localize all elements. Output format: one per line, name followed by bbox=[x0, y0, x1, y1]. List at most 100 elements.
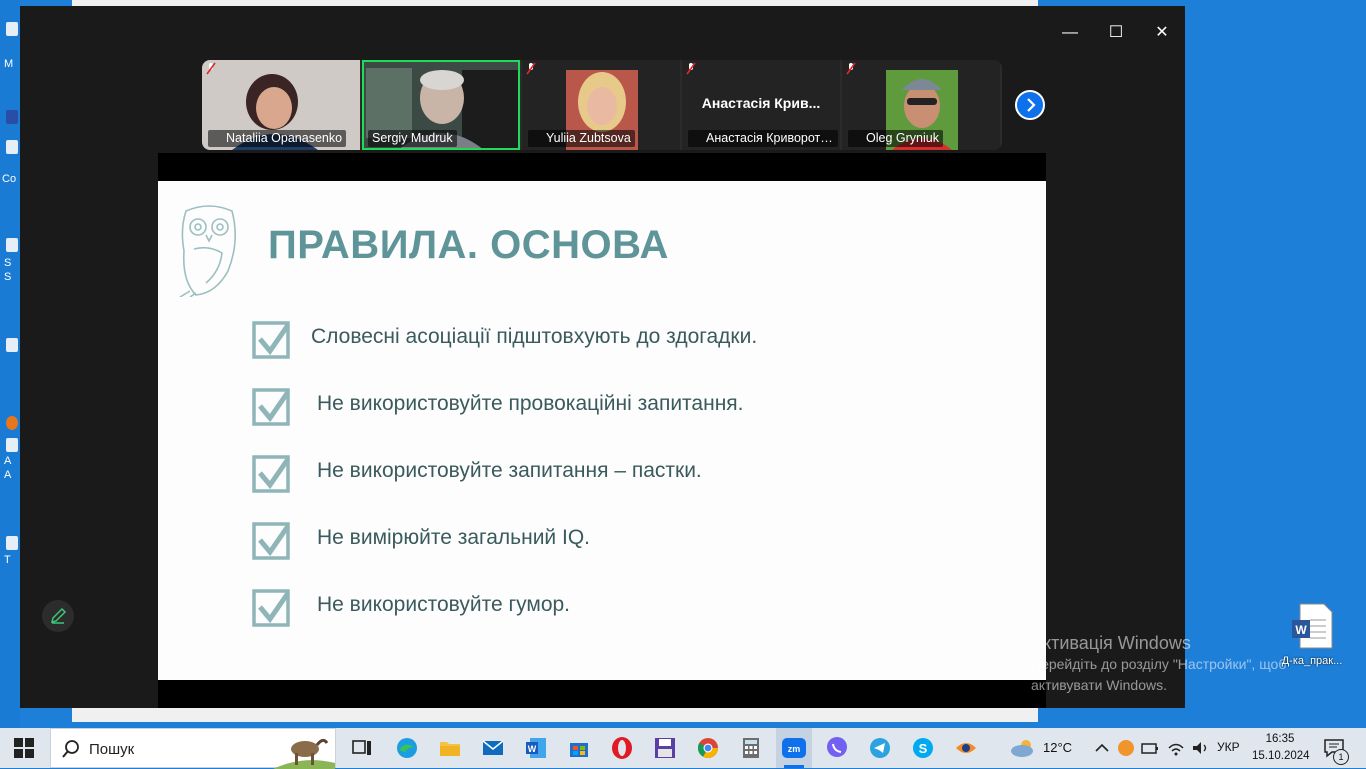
volume-icon[interactable] bbox=[1190, 736, 1210, 760]
file-explorer-icon[interactable] bbox=[438, 736, 462, 760]
participant-tile[interactable]: Nataliia Opanasenko bbox=[202, 60, 360, 150]
eye-app-icon[interactable] bbox=[954, 736, 978, 760]
clock-time: 16:35 bbox=[1265, 733, 1295, 745]
desktop-icon[interactable] bbox=[6, 536, 18, 550]
windows-start-icon[interactable] bbox=[14, 738, 34, 758]
mic-muted-icon bbox=[846, 62, 856, 75]
mail-icon[interactable] bbox=[481, 736, 505, 760]
keyboard-language[interactable]: УКР bbox=[1217, 740, 1240, 754]
checkbox-checked-icon bbox=[252, 321, 291, 359]
slide-title: ПРАВИЛА. ОСНОВА bbox=[268, 223, 669, 267]
desktop-icon[interactable] bbox=[6, 416, 18, 430]
participant-tile[interactable]: Анастасія Крив... Анастасія Кривороть... bbox=[682, 60, 840, 150]
calculator-icon[interactable] bbox=[739, 736, 763, 760]
checklist-item-text: Не використовуйте запитання – пастки. bbox=[317, 459, 702, 482]
checklist-item: Словесні асоціації підштовхують до здога… bbox=[252, 319, 952, 359]
checkbox-checked-icon bbox=[252, 522, 291, 560]
zoom-meeting-window: — ☐ ✕ Nataliia Opanasenko Sergiy Mudruk … bbox=[20, 6, 1185, 708]
zoom-icon[interactable]: zm bbox=[782, 736, 806, 760]
edge-icon[interactable] bbox=[395, 736, 419, 760]
participant-display-name: Анастасія Крив... bbox=[701, 95, 821, 111]
participant-name: Nataliia Opanasenko bbox=[208, 130, 347, 147]
telegram-icon[interactable] bbox=[868, 736, 892, 760]
minimize-button[interactable]: — bbox=[1047, 22, 1093, 44]
participant-name: Yuliia Zubtsova bbox=[528, 130, 635, 147]
chrome-icon[interactable] bbox=[696, 736, 720, 760]
participant-tile-active[interactable]: Sergiy Mudruk bbox=[362, 60, 520, 150]
opera-icon[interactable] bbox=[610, 736, 634, 760]
activation-watermark-line: активувати Windows. bbox=[1031, 677, 1167, 693]
checkbox-checked-icon bbox=[252, 455, 291, 493]
desktop-icon[interactable] bbox=[6, 238, 18, 252]
save-disk-icon[interactable] bbox=[653, 736, 677, 760]
store-icon[interactable] bbox=[567, 736, 591, 760]
weather-temperature[interactable]: 12°C bbox=[1043, 740, 1072, 755]
maximize-button[interactable]: ☐ bbox=[1093, 22, 1139, 44]
clock-date: 15.10.2024 bbox=[1252, 750, 1310, 762]
checklist-item: Не використовуйте гумор. bbox=[252, 587, 952, 627]
tray-app-icon[interactable] bbox=[1116, 736, 1136, 760]
desktop-icon[interactable] bbox=[6, 110, 18, 124]
checklist-item: Не використовуйте провокаційні запитання… bbox=[252, 386, 952, 426]
checklist-item: Не вимірюйте загальний IQ. bbox=[252, 520, 952, 560]
chevron-right-icon bbox=[1027, 98, 1036, 112]
desktop-icon-label: T bbox=[4, 554, 11, 566]
task-view-icon[interactable] bbox=[350, 736, 374, 760]
desktop-file-word[interactable]: W Д-ка_прак... bbox=[1280, 602, 1344, 667]
weather-cloud-icon[interactable] bbox=[1008, 736, 1038, 760]
participant-name: Oleg Gryniuk bbox=[848, 130, 943, 147]
participant-gallery: Nataliia Opanasenko Sergiy Mudruk Yuliia… bbox=[202, 60, 1002, 150]
desktop-icon-label: S bbox=[4, 271, 12, 283]
annotate-button[interactable] bbox=[42, 600, 74, 632]
wifi-icon[interactable] bbox=[1166, 736, 1186, 760]
checklist-item-text: Не використовуйте провокаційні запитання… bbox=[317, 392, 744, 415]
mic-muted-icon bbox=[206, 62, 216, 75]
taskbar-search[interactable]: Пошук bbox=[50, 728, 336, 769]
participant-name: Анастасія Кривороть... bbox=[688, 130, 838, 147]
desktop-left-strip: M Co S S A A T bbox=[0, 0, 20, 728]
search-highlight-illustration bbox=[273, 738, 335, 769]
desktop-icon[interactable] bbox=[6, 438, 18, 452]
next-page-button[interactable] bbox=[1015, 90, 1045, 120]
checklist-item-text: Словесні асоціації підштовхують до здога… bbox=[311, 325, 758, 348]
checkbox-checked-icon bbox=[252, 589, 291, 627]
system-clock[interactable]: 16:35 15.10.2024 bbox=[1252, 731, 1310, 765]
owl-icon bbox=[179, 205, 236, 297]
svg-text:zm: zm bbox=[788, 744, 801, 754]
svg-text:S: S bbox=[919, 741, 928, 756]
mic-muted-icon bbox=[526, 62, 536, 75]
participant-tile[interactable]: Oleg Gryniuk bbox=[842, 60, 1000, 150]
activation-watermark-title: Активація Windows bbox=[1031, 633, 1191, 653]
battery-icon[interactable] bbox=[1140, 736, 1160, 760]
participant-name: Sergiy Mudruk bbox=[368, 130, 457, 147]
checkbox-checked-icon bbox=[252, 388, 291, 426]
desktop-icon-label: S bbox=[4, 257, 12, 269]
svg-text:W: W bbox=[1295, 623, 1307, 637]
activation-watermark-line: Перейдіть до розділу "Настройки", щоб bbox=[1031, 656, 1287, 672]
notification-count-badge: 1 bbox=[1333, 749, 1349, 765]
pencil-icon bbox=[50, 607, 67, 624]
taskbar: Пошук W zm S 12°C УКР 16:35 15.10.2024 1 bbox=[0, 728, 1366, 769]
desktop-icon-label: M bbox=[4, 58, 14, 70]
checklist-item: Не використовуйте запитання – пастки. bbox=[252, 453, 952, 493]
word-document-icon: W bbox=[1292, 603, 1333, 649]
checklist-item-text: Не використовуйте гумор. bbox=[317, 593, 571, 616]
mic-muted-icon bbox=[686, 62, 696, 75]
skype-icon[interactable]: S bbox=[911, 736, 935, 760]
desktop-icon-label: A bbox=[4, 469, 12, 481]
desktop-icon[interactable] bbox=[6, 338, 18, 352]
desktop-icon[interactable] bbox=[6, 22, 18, 36]
viber-icon[interactable] bbox=[825, 736, 849, 760]
close-button[interactable]: ✕ bbox=[1139, 22, 1185, 44]
shared-screen: ПРАВИЛА. ОСНОВА Словесні асоціації підшт… bbox=[158, 153, 1046, 708]
desktop-icon-label: A bbox=[4, 455, 12, 467]
participant-tile[interactable]: Yuliia Zubtsova bbox=[522, 60, 680, 150]
desktop-file-label: Д-ка_прак... bbox=[1281, 655, 1343, 667]
presentation-slide: ПРАВИЛА. ОСНОВА Словесні асоціації підшт… bbox=[158, 181, 1046, 680]
svg-text:W: W bbox=[528, 744, 537, 754]
chevron-up-icon[interactable] bbox=[1093, 736, 1111, 760]
checklist-item-text: Не вимірюйте загальний IQ. bbox=[317, 526, 590, 549]
word-icon[interactable]: W bbox=[524, 736, 548, 760]
desktop-icon[interactable] bbox=[6, 140, 18, 154]
search-label: Пошук bbox=[89, 741, 135, 758]
